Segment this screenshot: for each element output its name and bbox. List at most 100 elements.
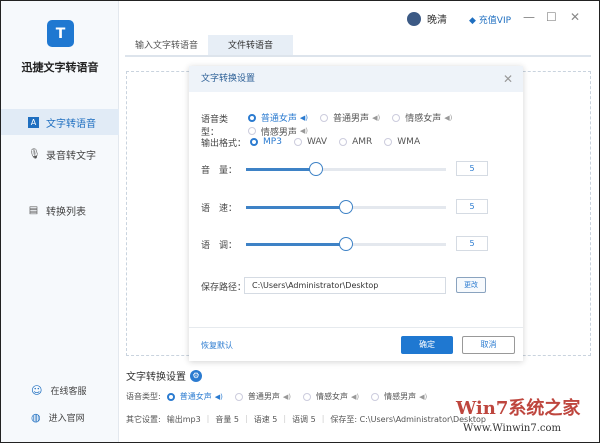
cancel-button[interactable]: 取消 [462, 336, 515, 354]
radio-label: 情感女声 [315, 392, 348, 401]
sidebar-item-label: 录音转文字 [46, 150, 96, 162]
vip-button[interactable]: ◆ 充值VIP [469, 13, 511, 26]
sidebar-item-text-to-speech[interactable]: A 文字转语音 [1, 109, 119, 135]
bottom-voice-radio[interactable]: 普通男声 ◀) [234, 391, 291, 402]
voice-type-row: 语音类型： 普通女声 ◀) 普通男声 ◀) 情感女声 ◀) 情感男声 ◀) [201, 111, 523, 138]
format-radio[interactable]: WAV [293, 136, 328, 147]
watermark-url: Www.Winwin7.com [463, 423, 561, 434]
dialog-header: 文字转换设置 ✕ [189, 66, 523, 92]
voice-type-label: 语音类型: [126, 392, 161, 402]
voice-radio[interactable]: 普通男声 ◀) [320, 111, 380, 124]
website-link[interactable]: ◍ 进入官网 [31, 411, 85, 424]
slider-thumb[interactable] [309, 162, 323, 176]
sidebar-item-label: 转换列表 [46, 206, 86, 218]
radio-circle [384, 137, 393, 146]
slider-label: 语 速： [201, 204, 238, 214]
online-support-link[interactable]: ☺ 在线客服 [31, 384, 86, 397]
setting-summary: 语速 5 [253, 415, 278, 424]
slider-value-input[interactable]: 5 [456, 161, 488, 176]
sidebar-item-label: 文字转语音 [46, 118, 96, 130]
slider-value-input[interactable]: 5 [456, 199, 488, 214]
radio-label: 普通男声 [333, 114, 370, 124]
speaker-icon[interactable]: ◀) [300, 127, 308, 135]
radio-label: 普通女声 [179, 392, 212, 401]
change-path-button[interactable]: 更改 [456, 277, 486, 293]
confirm-button[interactable]: 确定 [401, 336, 453, 354]
save-path-label: 保存路径： [201, 283, 247, 293]
speaker-icon[interactable]: ◀) [351, 393, 359, 401]
slider-value-input[interactable]: 5 [456, 236, 488, 251]
radio-label: 情感女声 [405, 114, 442, 124]
separator: | [245, 414, 248, 423]
app-window: T 迅捷文字转语音 A 文字转语音 🎙 录音转文字 ▤ 转换列表 ☺ 在线客服 ◍ 进入官… [1, 1, 599, 442]
output-format-label: 输出格式： [201, 139, 247, 149]
format-radio[interactable]: AMR [339, 137, 372, 147]
radio-circle [293, 137, 302, 146]
reset-defaults-link[interactable]: 恢复默认 [201, 340, 233, 351]
radio-label: 普通女声 [260, 114, 297, 124]
vip-label: 充值VIP [478, 16, 512, 26]
radio-label: WMA [397, 136, 421, 147]
radio-circle [302, 392, 311, 401]
radio-circle [339, 137, 348, 146]
voice-radio[interactable]: 普通女声 ◀) [247, 111, 308, 124]
other-settings-row: 其它设置: 输出mp3 | 音量 5 | 语速 5 | 语调 5 | 保存至: C:\Users\… [126, 414, 486, 425]
radio-label: 情感男声 [384, 392, 417, 401]
dialog-close-icon[interactable]: ✕ [503, 66, 513, 92]
radio-circle [320, 113, 329, 122]
sidebar-item-convert-list[interactable]: ▤ 转换列表 [1, 197, 119, 223]
bottom-settings-title: 文字转换设置 ⚙ [126, 368, 202, 383]
link-label: 进入官网 [48, 414, 85, 424]
slider-fill [246, 168, 316, 171]
app-name: 迅捷文字转语音 [21, 61, 99, 74]
slider-track[interactable] [246, 162, 446, 176]
gear-icon[interactable]: ⚙ [190, 369, 202, 382]
save-path-input[interactable]: C:\Users\Administrator\Desktop [244, 277, 446, 294]
watermark-brand: Win7系统之家 [456, 398, 581, 419]
bottom-voice-radio[interactable]: 情感男声 ◀) [371, 391, 427, 402]
radio-circle [234, 392, 243, 401]
slider-thumb[interactable] [339, 237, 353, 251]
radio-label: AMR [352, 136, 373, 147]
speaker-icon[interactable]: ◀) [283, 393, 291, 401]
separator: | [283, 414, 287, 423]
user-profile[interactable]: 晚清 [407, 11, 447, 26]
radio-label: WAV [306, 136, 328, 147]
setting-summary: 音量 5 [215, 415, 240, 424]
tab-file-to-speech[interactable]: 文件转语音 [208, 35, 294, 55]
sidebar-item-record-to-text[interactable]: 🎙 录音转文字 [1, 141, 119, 167]
maximize-button[interactable]: ☐ [546, 10, 557, 24]
avatar [407, 11, 421, 26]
radio-circle [392, 113, 401, 122]
minimize-button[interactable]: — [523, 10, 535, 24]
slider-label: 语 调： [201, 241, 238, 251]
voice-radio[interactable]: 情感女声 ◀) [392, 111, 452, 124]
format-radio[interactable]: WMA [384, 137, 420, 147]
speaker-icon[interactable]: ◀) [215, 393, 223, 401]
bottom-voice-radio[interactable]: 情感女声 ◀) [302, 391, 359, 402]
slider-label: 音 量： [201, 166, 238, 176]
setting-summary: 语调 5 [292, 415, 316, 424]
radio-label: 普通男声 [247, 392, 280, 401]
slider-track[interactable] [246, 237, 446, 251]
tab-bar: 输入文字转语音 文件转语音 [125, 35, 591, 57]
radio-circle [371, 392, 380, 401]
speaker-icon[interactable]: ◀) [372, 114, 380, 122]
tab-input-text[interactable]: 输入文字转语音 [125, 35, 208, 55]
separator: | [321, 414, 325, 423]
speaker-icon[interactable]: ◀) [419, 393, 427, 401]
slider-track[interactable] [246, 200, 446, 214]
dialog-title: 文字转换设置 [201, 74, 256, 84]
speaker-icon[interactable]: ◀) [444, 114, 452, 122]
speaker-icon[interactable]: ◀) [300, 114, 308, 122]
list-icon: ▤ [28, 204, 39, 216]
format-radio[interactable]: MP3 [250, 137, 282, 147]
settings-dialog: 文字转换设置 ✕ 语音类型： 普通女声 ◀) 普通男声 ◀) 情感女声 ◀) 情感男声 ◀) 输出… [189, 66, 523, 361]
sidebar: T 迅捷文字转语音 A 文字转语音 🎙 录音转文字 ▤ 转换列表 ☺ 在线客服 ◍ 进入官… [1, 1, 119, 442]
close-button[interactable]: ✕ [570, 10, 580, 24]
slider-thumb[interactable] [339, 200, 353, 214]
support-icon: ☺ [31, 384, 43, 397]
bottom-voice-radio[interactable]: 普通女声 ◀) [166, 391, 223, 402]
link-label: 在线客服 [50, 387, 87, 397]
text-icon: A [28, 116, 39, 128]
